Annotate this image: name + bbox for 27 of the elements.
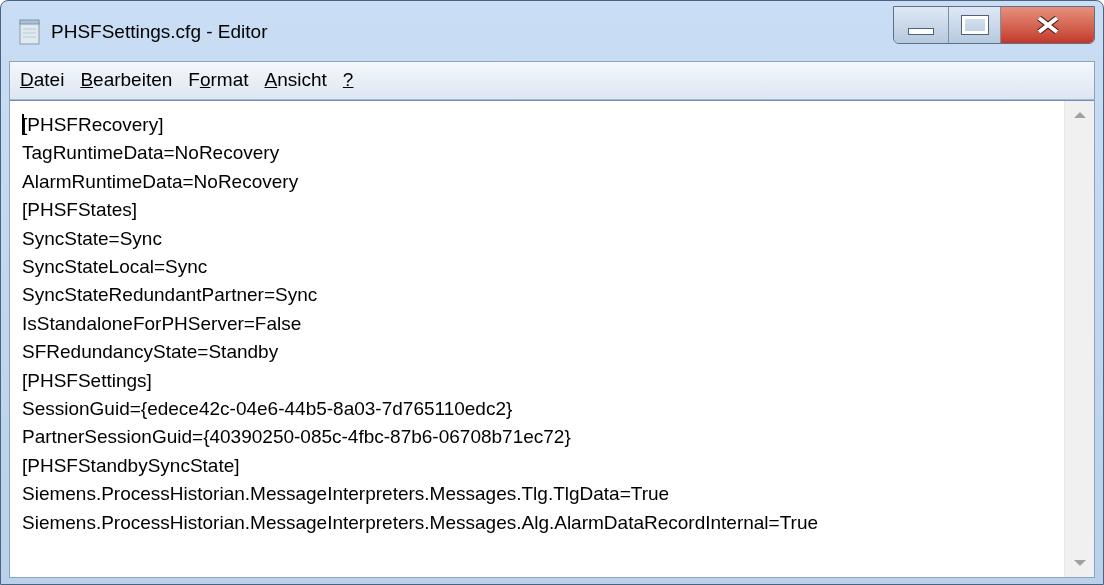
maximize-button[interactable] [949, 7, 1001, 43]
menu-item[interactable]: Format [182, 66, 255, 95]
menu-item[interactable]: Datei [14, 66, 71, 95]
menu-item[interactable]: ? [336, 66, 360, 95]
text-line: [PHSFStandbySyncState] [22, 453, 240, 478]
text-line: AlarmRuntimeData=NoRecovery [22, 169, 299, 194]
close-button[interactable] [1001, 7, 1094, 43]
text-line: SyncStateRedundantPartner=Sync [22, 283, 318, 308]
text-line: SyncState=Sync [22, 226, 162, 251]
close-icon [1035, 16, 1060, 34]
menu-item[interactable]: Bearbeiten [74, 66, 179, 95]
menu-item[interactable]: Ansicht [258, 66, 333, 95]
text-line: Siemens.ProcessHistorian.MessageInterpreters.Messages.Tlg.TlgData=True [22, 482, 670, 507]
window-title: PHSFSettings.cfg - Editor [51, 20, 268, 44]
text-line: [PHSFRecovery] [22, 113, 164, 137]
text-line: SessionGuid={edece42c-04e6-44b5-8a03-7d765110edc2} [22, 397, 513, 422]
text-line: Siemens.ProcessHistorian.MessageInterpreters.Messages.Alg.AlarmDataRecordInternal=True [22, 510, 819, 535]
notepad-icon [19, 19, 41, 46]
text-line: IsStandaloneForPHServer=False [22, 311, 302, 336]
text-line: SFRedundancyState=Standby [22, 340, 279, 365]
minimize-button[interactable] [894, 7, 949, 43]
text-line: PartnerSessionGuid={40390250-085c-4fbc-87b6-06708b71ec72} [22, 425, 571, 450]
text-line: [PHSFStates] [22, 198, 138, 223]
text-line: SyncStateLocal=Sync [22, 255, 208, 280]
text-line: [PHSFSettings] [22, 368, 152, 393]
text-line: TagRuntimeData=NoRecovery [22, 141, 280, 166]
text-cursor [22, 114, 24, 135]
